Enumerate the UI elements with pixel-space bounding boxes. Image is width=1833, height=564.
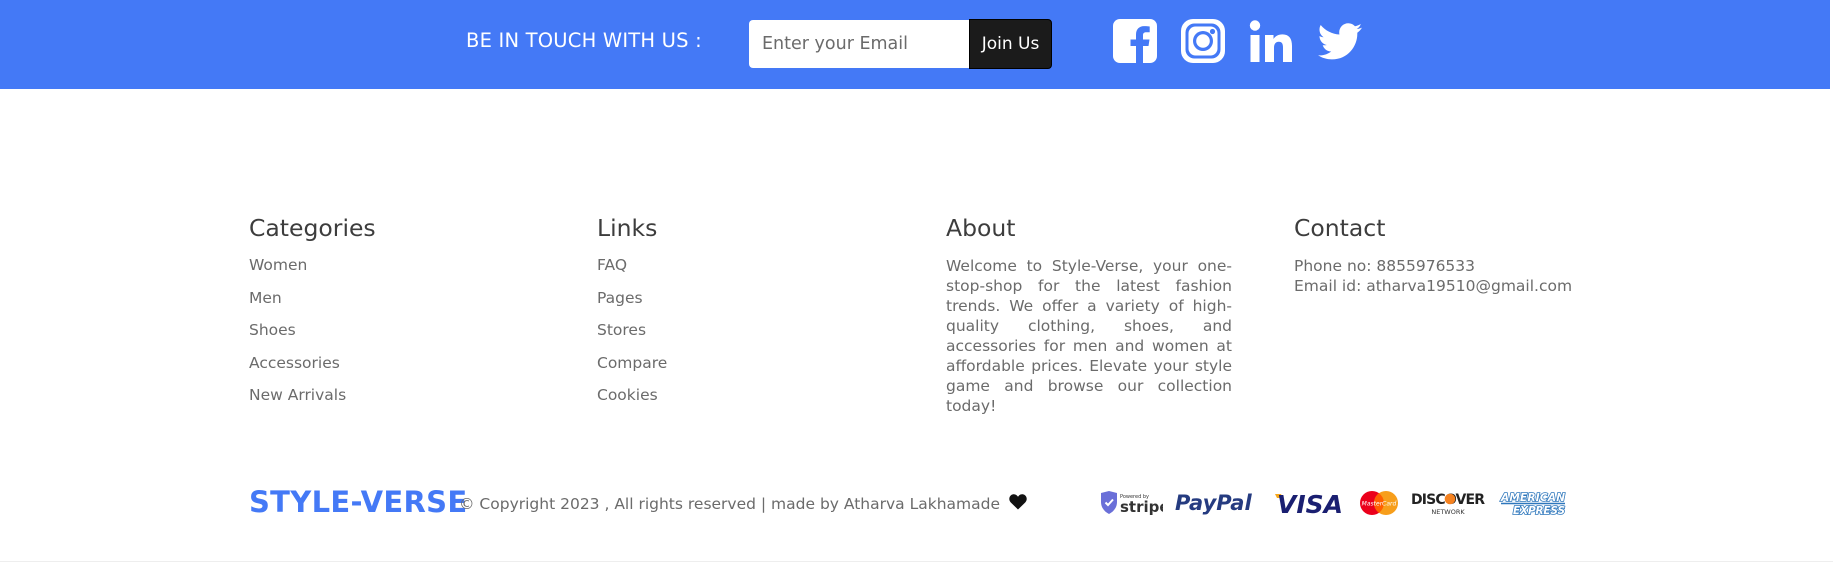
payment-methods: Powered by stripe PayPal VISA MasterCard… [1099, 483, 1579, 523]
about-heading: About [946, 214, 1016, 242]
linkedin-icon[interactable] [1249, 19, 1293, 63]
category-link-accessories[interactable]: Accessories [249, 354, 376, 387]
brand-logo[interactable]: STYLE-VERSE [249, 485, 467, 519]
contact-email: Email id: atharva19510@gmail.com [1294, 277, 1573, 295]
contact-column: Contact Phone no: 8855976533 Email id: a… [1294, 214, 1572, 296]
heart-icon [1009, 494, 1027, 510]
contact-heading: Contact [1294, 214, 1386, 242]
newsletter-title: BE IN TOUCH WITH US : [466, 29, 702, 52]
link-stores[interactable]: Stores [597, 321, 667, 354]
category-link-men[interactable]: Men [249, 289, 376, 322]
bottom-divider [0, 561, 1833, 562]
email-input[interactable] [749, 20, 970, 68]
amex-bottom-text: EXPRESS [1513, 505, 1565, 517]
amex-top-text: AMERICAN [1500, 492, 1565, 504]
stripe-logo: Powered by stripe [1099, 490, 1163, 516]
categories-column: Categories Women Men Shoes Accessories N… [249, 214, 376, 419]
about-column: About Welcome to Style-Verse, your one-s… [946, 214, 1232, 416]
visa-text: VISA [1277, 490, 1343, 517]
instagram-icon[interactable] [1181, 19, 1225, 63]
links-column: Links FAQ Pages Stores Compare Cookies [597, 214, 667, 419]
link-faq[interactable]: FAQ [597, 256, 667, 289]
about-text: Welcome to Style-Verse, your one-stop-sh… [946, 257, 1232, 415]
newsletter-bar: BE IN TOUCH WITH US : Join Us [0, 0, 1830, 89]
paypal-text: PayPal [1175, 491, 1252, 515]
facebook-icon[interactable] [1113, 19, 1157, 63]
discover-logo: DISCOVER NETWORK [1411, 489, 1487, 517]
join-us-button[interactable]: Join Us [969, 19, 1052, 69]
visa-logo: VISA [1275, 489, 1347, 517]
category-link-shoes[interactable]: Shoes [249, 321, 376, 354]
category-link-new-arrivals[interactable]: New Arrivals [249, 386, 376, 419]
link-cookies[interactable]: Cookies [597, 386, 667, 419]
categories-heading: Categories [249, 214, 376, 242]
mastercard-logo: MasterCard [1359, 489, 1399, 517]
paypal-logo: PayPal [1175, 490, 1263, 516]
copyright-text: © Copyright 2023 , All rights reserved |… [459, 495, 1001, 513]
copyright-line: © Copyright 2023 , All rights reserved |… [459, 494, 1027, 513]
link-pages[interactable]: Pages [597, 289, 667, 322]
twitter-icon[interactable] [1318, 19, 1362, 63]
mastercard-text: MasterCard [1362, 501, 1397, 508]
category-link-women[interactable]: Women [249, 256, 376, 289]
discover-sub-text: NETWORK [1431, 508, 1465, 516]
amex-logo: AMERICAN EXPRESS [1499, 489, 1567, 517]
link-compare[interactable]: Compare [597, 354, 667, 387]
stripe-text: stripe [1120, 498, 1163, 516]
contact-phone: Phone no: 8855976533 [1294, 257, 1476, 275]
links-heading: Links [597, 214, 658, 242]
